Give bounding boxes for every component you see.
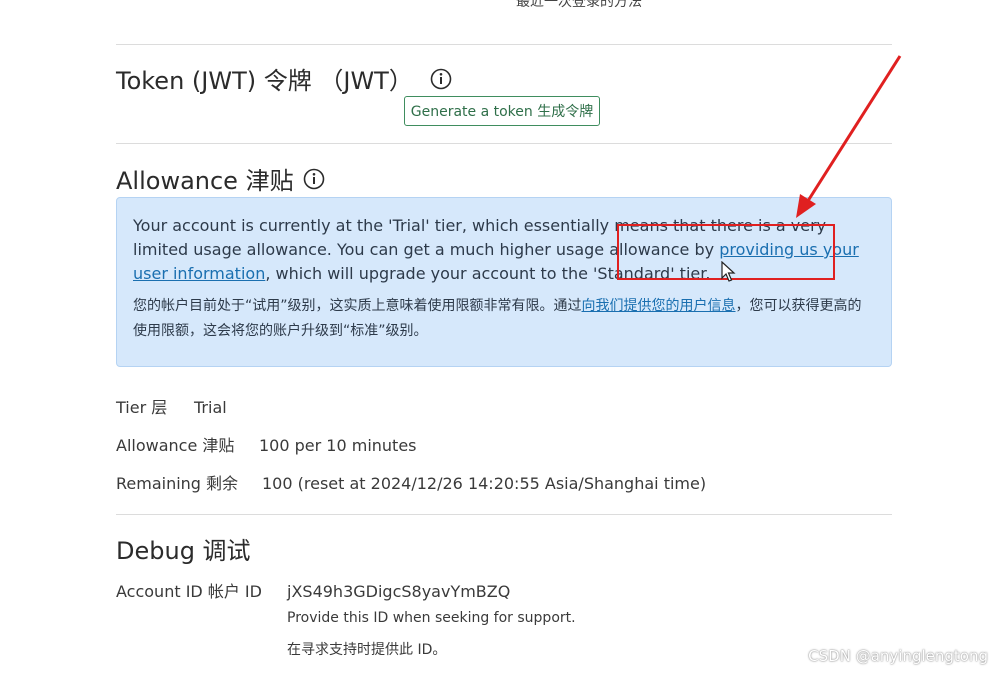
account-id-row: Account ID 帐户 ID jXS49h3GDigcS8yavYmBZQ bbox=[116, 578, 510, 602]
account-id-label: Account ID 帐户 ID bbox=[116, 582, 262, 601]
remaining-label: Remaining 剩余 bbox=[116, 474, 239, 493]
red-annotation-arrow bbox=[796, 55, 902, 218]
tier-label: Tier 层 bbox=[116, 398, 168, 417]
allowance-row: Allowance 津贴 100 per 10 minutes bbox=[116, 432, 417, 456]
tier-value: Trial bbox=[194, 398, 227, 417]
remaining-row: Remaining 剩余 100 (reset at 2024/12/26 14:… bbox=[116, 470, 706, 494]
account-id-value: jXS49h3GDigcS8yavYmBZQ bbox=[287, 582, 511, 601]
allowance-label: Allowance 津贴 bbox=[116, 436, 235, 455]
remaining-value: 100 (reset at 2024/12/26 14:20:55 Asia/S… bbox=[262, 474, 707, 493]
mouse-cursor-icon bbox=[721, 261, 736, 282]
tier-row: Tier 层 Trial bbox=[116, 394, 227, 418]
support-note-chinese: 在寻求支持时提供此 ID。 bbox=[287, 642, 447, 658]
divider bbox=[116, 514, 892, 515]
allowance-value: 100 per 10 minutes bbox=[259, 436, 417, 455]
support-note-english: Provide this ID when seeking for support… bbox=[287, 610, 576, 626]
debug-section-title: Debug 调试 bbox=[116, 537, 251, 565]
csdn-watermark: CSDN @anyinglengtong bbox=[808, 647, 988, 665]
